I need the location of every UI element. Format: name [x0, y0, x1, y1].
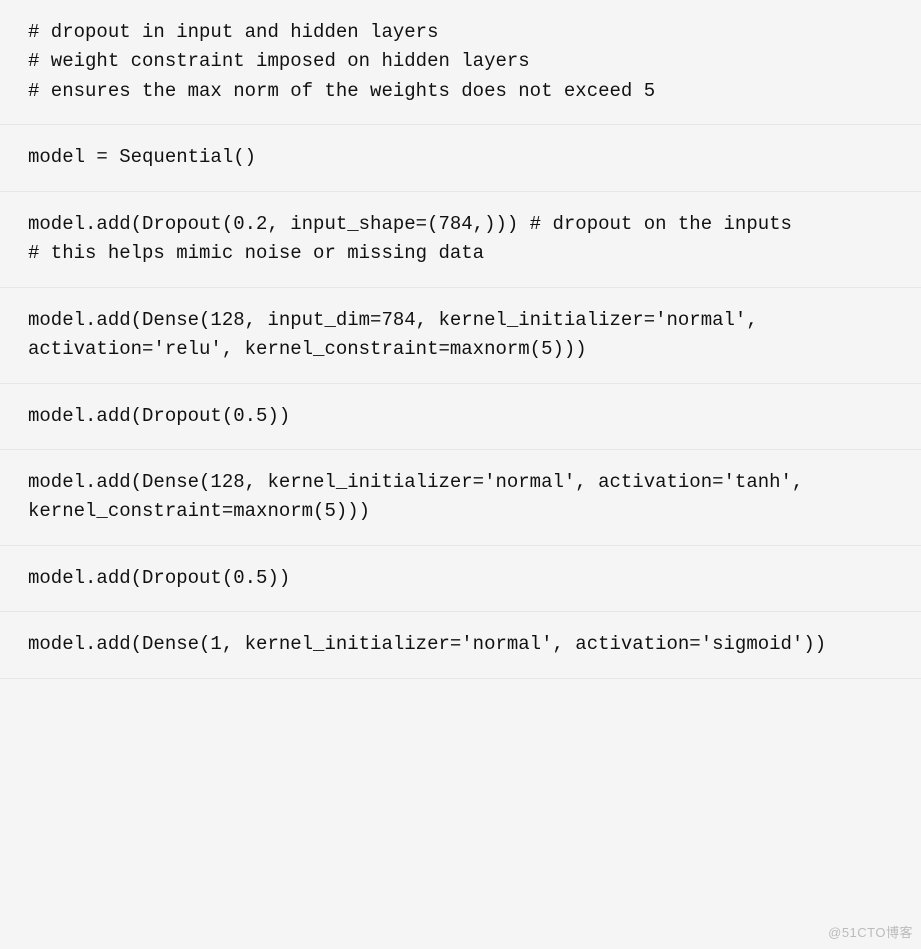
code-cell: model.add(Dropout(0.5)) — [0, 384, 921, 450]
code-cell: model.add(Dropout(0.5)) — [0, 546, 921, 612]
code-cell: model.add(Dense(128, input_dim=784, kern… — [0, 288, 921, 384]
watermark-text: @51CTO博客 — [828, 923, 913, 943]
code-cell: model.add(Dropout(0.2, input_shape=(784,… — [0, 192, 921, 288]
code-cell: model.add(Dense(128, kernel_initializer=… — [0, 450, 921, 546]
code-cell: model = Sequential() — [0, 125, 921, 191]
code-cell: model.add(Dense(1, kernel_initializer='n… — [0, 612, 921, 678]
code-cell: # dropout in input and hidden layers # w… — [0, 0, 921, 125]
